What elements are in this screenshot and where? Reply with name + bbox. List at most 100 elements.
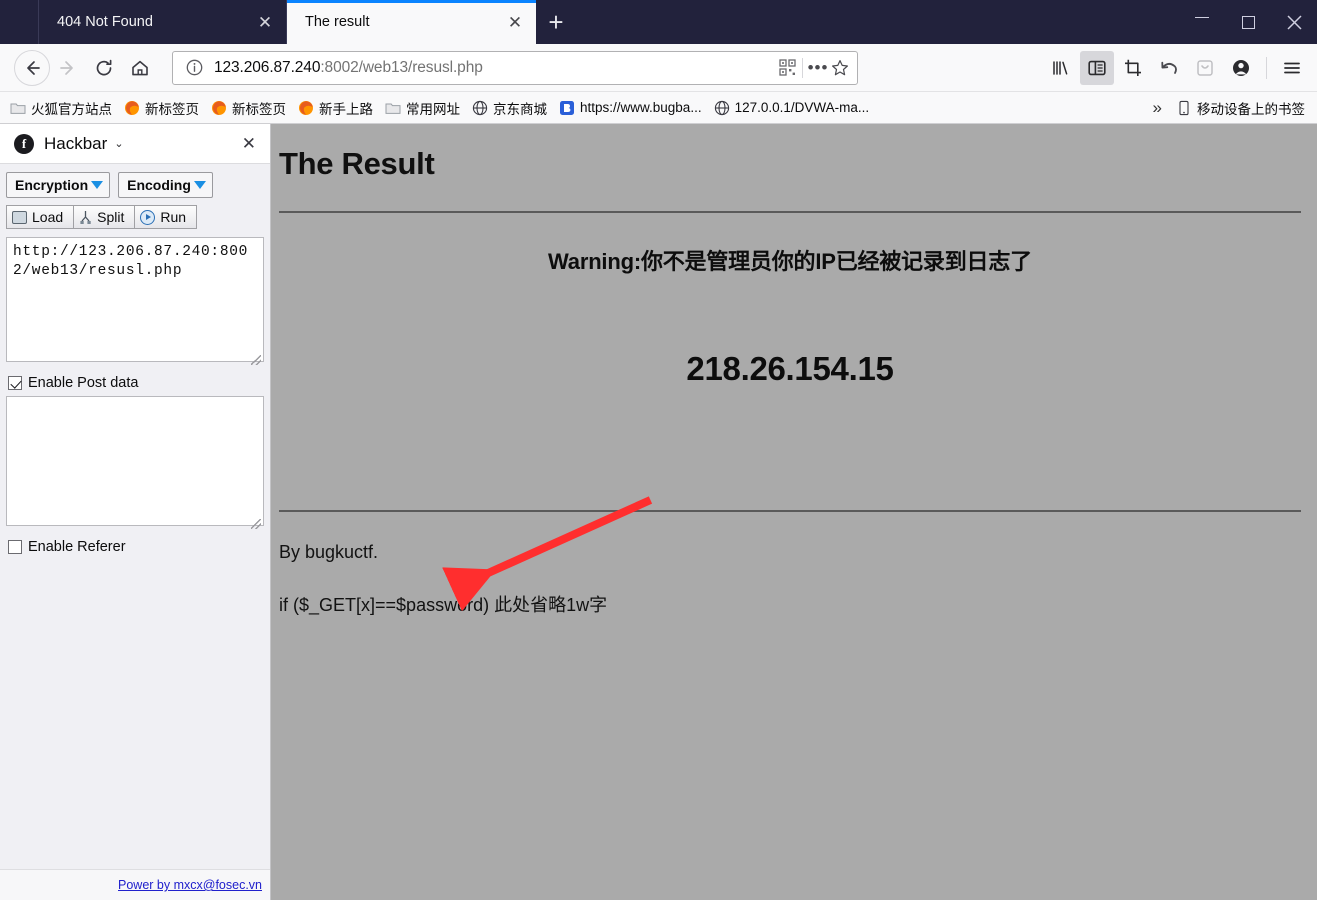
bookmark-label: https://www.bugba... (580, 100, 702, 115)
qr-code-icon[interactable] (776, 57, 798, 79)
split-icon (80, 210, 91, 224)
sidebar-title: Hackbar (44, 133, 108, 153)
close-window-button[interactable] (1271, 0, 1317, 44)
encryption-dropdown[interactable]: Encryption (6, 172, 111, 198)
resize-grip[interactable] (251, 355, 261, 365)
new-tab-button[interactable]: + (536, 0, 576, 44)
enable-referer-row[interactable]: Enable Referer (8, 539, 264, 555)
tab-404-not-found[interactable]: 404 Not Found ✕ (38, 0, 287, 44)
home-icon (132, 60, 148, 75)
account-icon (1233, 59, 1249, 76)
close-icon (1286, 14, 1302, 30)
mobile-device-icon (1179, 100, 1189, 115)
bookmark-label: 火狐官方站点 (31, 101, 112, 117)
maximize-button[interactable] (1225, 0, 1271, 44)
bookmarks-overflow-button[interactable]: » (1145, 98, 1170, 118)
enable-post-data-checkbox[interactable] (8, 376, 22, 390)
undo-button[interactable] (1152, 51, 1186, 85)
bookmark-label: 新标签页 (145, 101, 199, 117)
library-button[interactable] (1044, 51, 1078, 85)
reload-button[interactable] (86, 50, 122, 86)
close-icon[interactable]: ✕ (254, 11, 276, 33)
post-data-input[interactable] (6, 396, 264, 526)
split-button[interactable]: Split (73, 205, 136, 229)
tab-title: The result (305, 14, 370, 30)
forward-arrow-icon (60, 60, 73, 75)
sidebar-icon (1088, 60, 1106, 75)
bookmark-label: 新手上路 (319, 101, 373, 117)
sidebar-toggle-button[interactable] (1080, 50, 1114, 85)
tab-title: 404 Not Found (57, 14, 153, 30)
load-button[interactable]: Load (6, 205, 75, 229)
maximize-icon (1241, 15, 1255, 29)
pocket-button[interactable] (1188, 51, 1222, 85)
sidebar-close-button[interactable]: ✕ (238, 132, 260, 156)
run-button[interactable]: Run (134, 205, 198, 229)
navigation-toolbar: 123.206.87.240:8002/web13/resusl.php ••• (0, 44, 1317, 92)
crop-icon (1125, 59, 1141, 76)
bookmark-label: 常用网址 (406, 101, 460, 117)
bookmark-item[interactable]: 常用网址 (379, 95, 466, 121)
app-menu-button[interactable] (1275, 51, 1309, 85)
page-actions-icon[interactable]: ••• (807, 57, 829, 79)
screenshot-button[interactable] (1116, 51, 1150, 85)
divider-bottom (279, 510, 1301, 512)
encryption-label: Encryption (15, 177, 89, 193)
encoding-dropdown[interactable]: Encoding (118, 172, 213, 198)
bookmark-item[interactable]: 京东商城 (466, 95, 553, 121)
close-icon[interactable]: ✕ (504, 11, 526, 33)
bookmark-item[interactable]: 127.0.0.1/DVWA-ma... (708, 97, 876, 119)
split-label: Split (97, 209, 125, 225)
url-text[interactable]: 123.206.87.240:8002/web13/resusl.php (214, 59, 776, 77)
encoding-label: Encoding (127, 177, 191, 193)
tab-strip-spacer (0, 0, 38, 44)
url-bar[interactable]: 123.206.87.240:8002/web13/resusl.php ••• (172, 50, 858, 85)
power-by-link[interactable]: Power by mxcx@fosec.vn (118, 878, 262, 892)
page-title: The Result (279, 146, 435, 181)
load-label: Load (32, 209, 64, 225)
code-hint-text: if ($_GET[x]==$password) 此处省略1w字 (279, 595, 608, 615)
minimize-button[interactable] (1179, 0, 1225, 44)
hackbar-logo-icon: f (14, 133, 34, 154)
forward-button (50, 50, 86, 86)
window-controls (1179, 0, 1317, 44)
blue-square-icon (560, 100, 574, 115)
hackbar-sidebar: f Hackbar ⌄ ✕ Encryption Encoding Load S… (0, 124, 271, 900)
url-input[interactable] (6, 237, 264, 362)
divider-top (279, 211, 1301, 213)
post-textarea-wrapper (6, 396, 264, 531)
chevron-down-icon[interactable]: ⌄ (114, 137, 123, 150)
chevron-down-icon (193, 181, 206, 189)
enable-referer-checkbox[interactable] (8, 540, 22, 554)
resize-grip[interactable] (251, 519, 261, 529)
chevron-down-icon (91, 181, 104, 189)
bookmark-item[interactable]: https://www.bugba... (553, 97, 708, 119)
home-button[interactable] (122, 50, 158, 86)
tab-the-result[interactable]: The result ✕ (287, 0, 536, 44)
library-icon (1053, 60, 1068, 75)
enable-post-data-row[interactable]: Enable Post data (8, 375, 264, 391)
bookmark-label: 新标签页 (232, 101, 286, 117)
folder-icon (10, 103, 26, 114)
hackbar-dropdown-row: Encryption Encoding (6, 172, 264, 198)
site-info-icon[interactable] (183, 57, 205, 79)
enable-referer-label: Enable Referer (28, 539, 126, 555)
menu-icon (1284, 62, 1300, 73)
bookmark-label: 京东商城 (493, 101, 547, 117)
mobile-bookmarks-item[interactable]: 移动设备上的书签 (1170, 95, 1313, 121)
bookmark-item[interactable]: 火狐官方站点 (4, 95, 118, 121)
window-title-bar: 404 Not Found ✕ The result ✕ + (0, 0, 1317, 44)
browser-viewport: f Hackbar ⌄ ✕ Encryption Encoding Load S… (0, 124, 1317, 900)
firefox-icon (212, 100, 226, 115)
bookmark-star-icon[interactable] (829, 57, 851, 79)
bookmark-item[interactable]: 新标签页 (118, 95, 205, 121)
bookmark-item[interactable]: 新手上路 (292, 95, 379, 121)
url-host: 123.206.87.240 (214, 58, 321, 76)
bookmark-item[interactable]: 新标签页 (205, 95, 292, 121)
byline-text: By bugkuctf. (279, 542, 379, 562)
pocket-icon (1197, 59, 1213, 76)
bookmark-label: 127.0.0.1/DVWA-ma... (734, 100, 870, 115)
firefox-icon (125, 100, 139, 115)
back-button[interactable] (14, 49, 50, 86)
account-button[interactable] (1224, 51, 1258, 85)
